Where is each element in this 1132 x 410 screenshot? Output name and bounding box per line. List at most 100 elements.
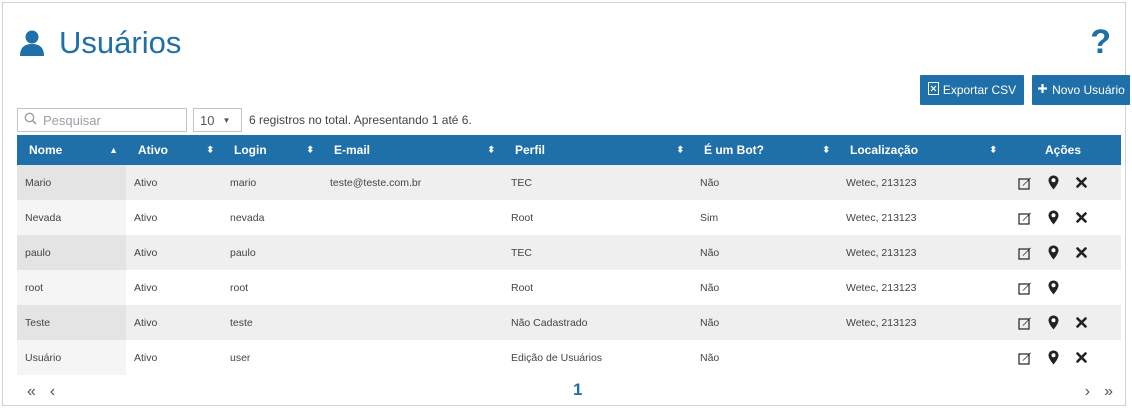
search-box [17, 108, 187, 132]
edit-icon[interactable] [1017, 280, 1033, 296]
edit-icon[interactable] [1017, 175, 1033, 191]
search-input[interactable] [43, 112, 173, 128]
export-csv-button[interactable]: Exportar CSV [920, 75, 1024, 105]
records-info: 6 registros no total. Apresentando 1 até… [249, 113, 472, 127]
cell-login: root [222, 270, 322, 305]
cell-bot: Não [692, 270, 838, 305]
chevron-down-icon: ▼ [222, 115, 231, 125]
cell-login: teste [222, 305, 322, 340]
new-user-button[interactable]: Novo Usuário [1032, 75, 1130, 105]
table-row: Teste Ativo teste Não Cadastrado Não Wetec, 2… [17, 305, 1121, 340]
cell-email [322, 340, 503, 375]
location-pin-icon[interactable] [1045, 210, 1061, 226]
cell-nome: Teste [17, 305, 126, 340]
cell-loc: Wetec, 213123 [838, 305, 1005, 340]
table-row: Nevada Ativo nevada Root Sim Wetec, 213123 [17, 200, 1121, 235]
cell-nome: Usuário [17, 340, 126, 375]
cell-actions [1005, 200, 1121, 235]
table-row: Usuário Ativo user Edição de Usuários Não [17, 340, 1121, 375]
last-page-button[interactable]: » [1104, 383, 1113, 401]
cell-actions [1005, 305, 1121, 340]
help-icon[interactable]: ? [1090, 25, 1111, 59]
sort-icon: ⬍ [306, 144, 314, 155]
location-pin-icon[interactable] [1045, 175, 1061, 191]
cell-loc: Wetec, 213123 [838, 165, 1005, 200]
cell-bot: Sim [692, 200, 838, 235]
cell-loc: Wetec, 213123 [838, 235, 1005, 270]
export-csv-label: Exportar CSV [942, 83, 1017, 97]
cell-loc: Wetec, 213123 [838, 270, 1005, 305]
cell-login: nevada [222, 200, 322, 235]
sort-icon: ⬍ [487, 144, 495, 155]
cell-perfil: Não Cadastrado [503, 305, 692, 340]
page-frame: Usuários ? Exportar CSV Novo Usuário 10 … [2, 2, 1130, 407]
table-row: paulo Ativo paulo TEC Não Wetec, 213123 [17, 235, 1121, 270]
edit-icon[interactable] [1017, 315, 1033, 331]
table-row: Mario Ativo mario teste@teste.com.br TEC Não W… [17, 165, 1121, 200]
cell-actions [1005, 340, 1121, 375]
cell-login: paulo [222, 235, 322, 270]
location-pin-icon[interactable] [1045, 245, 1061, 261]
cell-email [322, 270, 503, 305]
page-header: Usuários [17, 25, 181, 61]
column-header-bot[interactable]: É um Bot? ⬍ [692, 135, 838, 165]
prev-page-button[interactable]: ‹ [50, 383, 55, 401]
cell-email [322, 305, 503, 340]
edit-icon[interactable] [1017, 210, 1033, 226]
delete-icon[interactable] [1073, 350, 1089, 366]
column-label: É um Bot? [704, 143, 764, 157]
location-pin-icon[interactable] [1045, 350, 1061, 366]
column-header-acoes: Ações [1005, 135, 1121, 165]
cell-nome: root [17, 270, 126, 305]
edit-icon[interactable] [1017, 350, 1033, 366]
cell-perfil: Edição de Usuários [503, 340, 692, 375]
column-label: Ações [1044, 143, 1082, 157]
column-header-email[interactable]: E-mail ⬍ [322, 135, 503, 165]
sort-icon: ⬍ [206, 144, 214, 155]
column-header-ativo[interactable]: Ativo ⬍ [126, 135, 222, 165]
delete-icon[interactable] [1073, 210, 1089, 226]
cell-nome: Nevada [17, 200, 126, 235]
column-header-login[interactable]: Login ⬍ [222, 135, 322, 165]
pagination: « ‹ 1 › » [17, 377, 1121, 407]
cell-bot: Não [692, 165, 838, 200]
cell-ativo: Ativo [126, 200, 222, 235]
column-label: Ativo [138, 143, 168, 157]
new-user-label: Novo Usuário [1052, 83, 1125, 97]
sort-icon: ⬍ [676, 144, 684, 155]
location-pin-icon[interactable] [1045, 280, 1061, 296]
cell-ativo: Ativo [126, 340, 222, 375]
edit-icon[interactable] [1017, 245, 1033, 261]
column-header-localizacao[interactable]: Localização ⬍ [838, 135, 1005, 165]
delete-icon[interactable] [1073, 245, 1089, 261]
cell-login: user [222, 340, 322, 375]
table-header-row: Nome ▲ Ativo ⬍ Login ⬍ E-mail ⬍ Perfil ⬍ É um… [17, 135, 1121, 165]
next-page-button[interactable]: › [1085, 383, 1090, 401]
delete-icon[interactable] [1073, 175, 1089, 191]
cell-actions [1005, 165, 1121, 200]
sort-asc-icon: ▲ [109, 145, 118, 155]
delete-icon[interactable] [1073, 315, 1089, 331]
current-page[interactable]: 1 [573, 380, 582, 400]
column-header-perfil[interactable]: Perfil ⬍ [503, 135, 692, 165]
first-page-button[interactable]: « [27, 383, 36, 401]
plus-icon [1037, 83, 1048, 97]
cell-loc [838, 340, 1005, 375]
cell-email [322, 235, 503, 270]
cell-login: mario [222, 165, 322, 200]
cell-perfil: Root [503, 200, 692, 235]
sort-icon: ⬍ [822, 144, 830, 155]
users-table: Nome ▲ Ativo ⬍ Login ⬍ E-mail ⬍ Perfil ⬍ É um… [17, 135, 1121, 375]
column-label: Localização [850, 143, 919, 157]
table-row: root Ativo root Root Não Wetec, 213123 [17, 270, 1121, 305]
page-size-select[interactable]: 10 ▼ [193, 108, 242, 132]
column-header-nome[interactable]: Nome ▲ [17, 135, 126, 165]
cell-bot: Não [692, 305, 838, 340]
column-label: Perfil [515, 143, 546, 157]
cell-ativo: Ativo [126, 165, 222, 200]
cell-ativo: Ativo [126, 270, 222, 305]
csv-file-icon [927, 82, 939, 98]
location-pin-icon[interactable] [1045, 315, 1061, 331]
cell-actions [1005, 235, 1121, 270]
cell-bot: Não [692, 340, 838, 375]
